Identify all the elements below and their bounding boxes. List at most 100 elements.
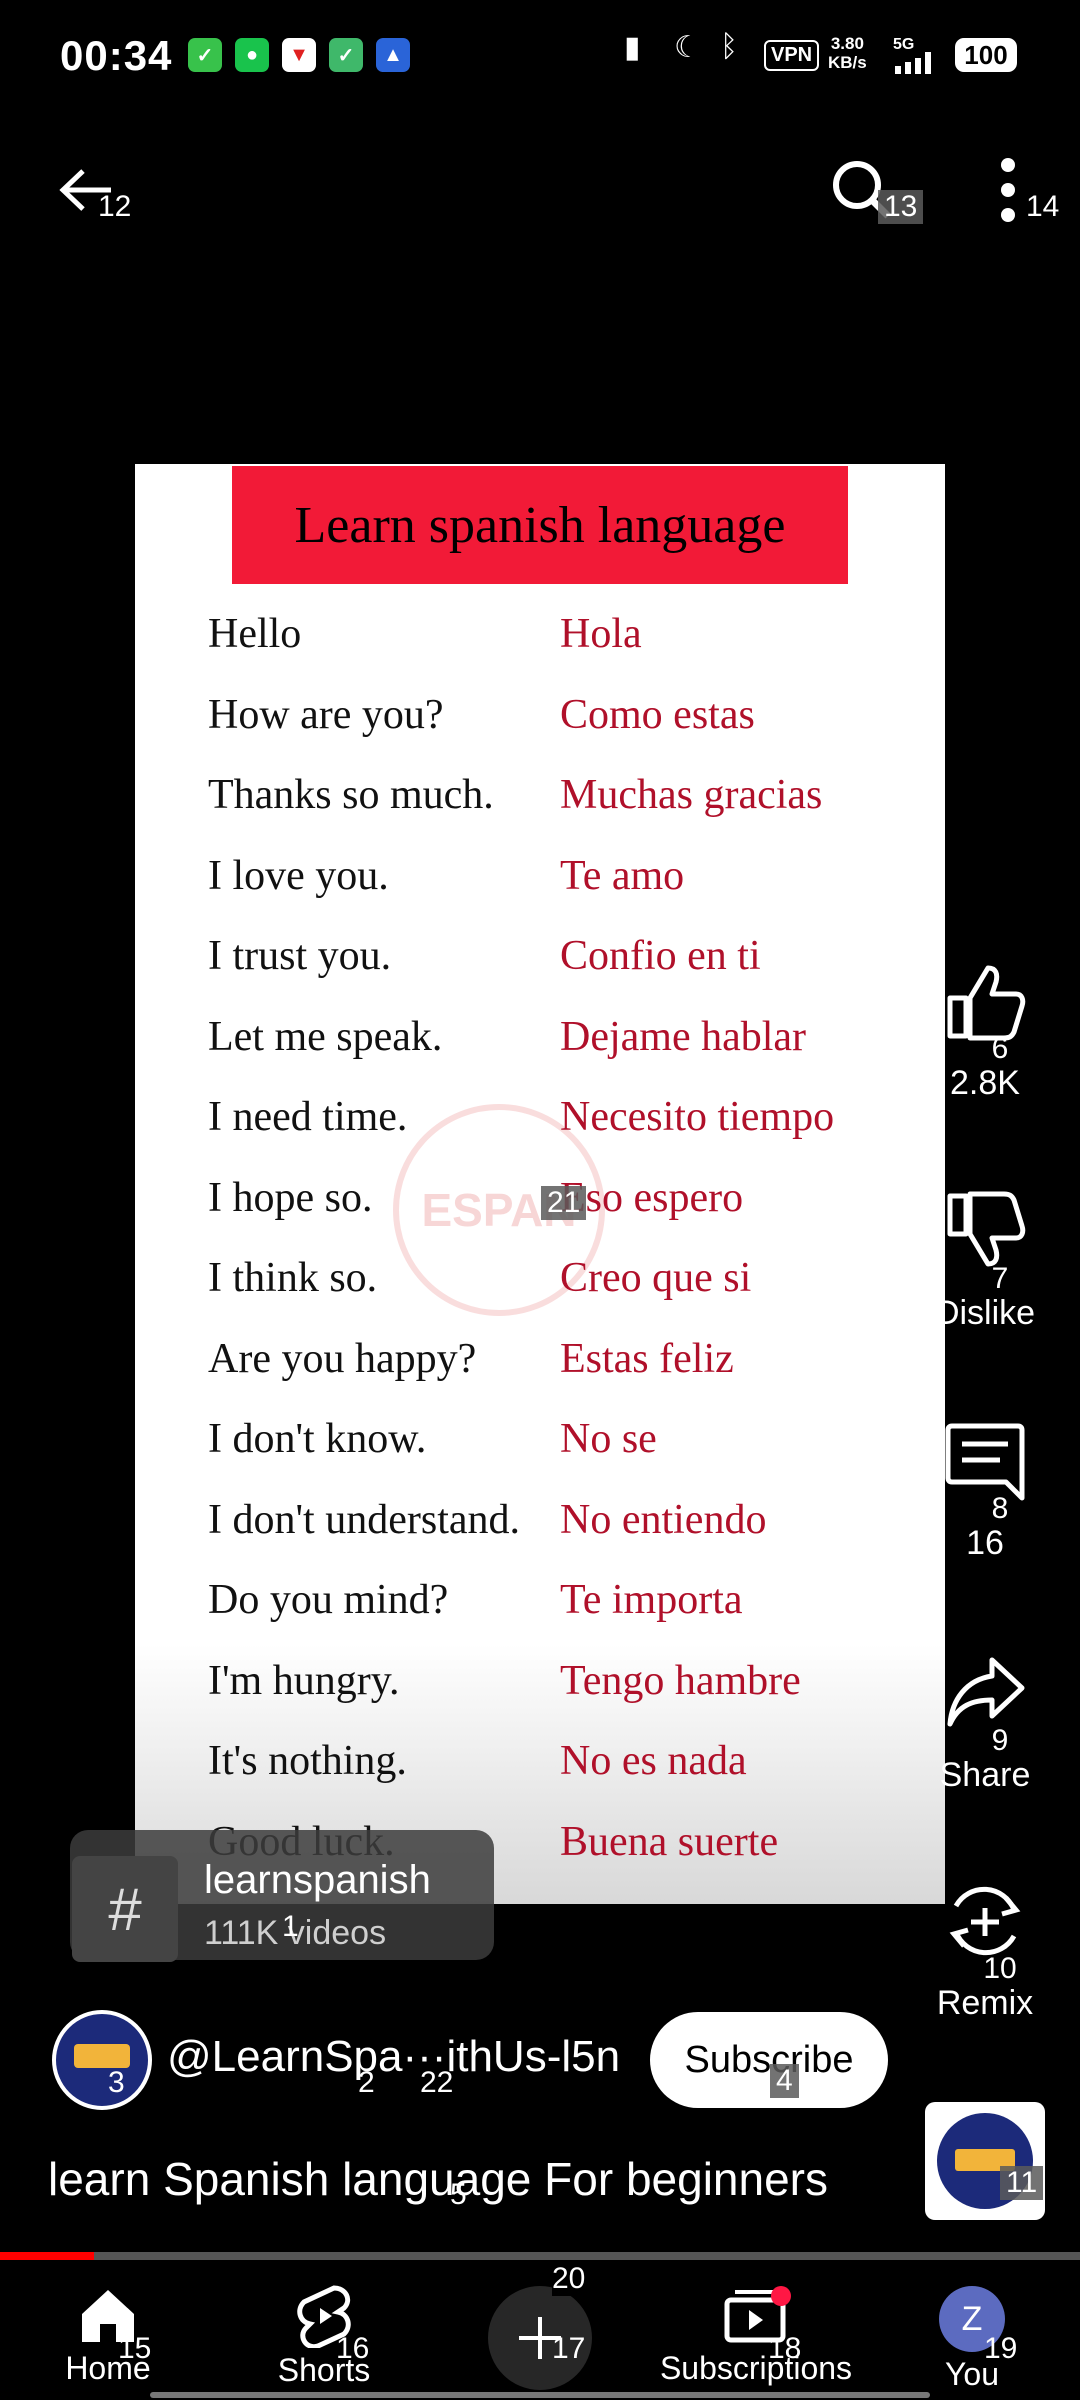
- phrase-english: Hello: [208, 611, 302, 657]
- phrase-spanish: Necesito tiempo: [560, 1094, 835, 1140]
- wechat-icon: ●: [235, 38, 269, 72]
- phrase-row: Hello Hola: [208, 594, 642, 674]
- video-banner-title: Learn spanish language: [232, 466, 848, 584]
- title-marker: 5: [450, 2178, 467, 2211]
- phrase-spanish: Te importa: [560, 1577, 743, 1623]
- remix-button[interactable]: 10 Remix: [918, 1880, 1052, 2023]
- nav-subscriptions[interactable]: Subscriptions: [648, 2262, 864, 2400]
- remix-icon: [949, 1886, 1021, 1956]
- phrase-english: Let me speak.: [208, 1013, 443, 1060]
- subscribe-label: Subscribe: [684, 2038, 854, 2081]
- phrase-spanish: Como estas: [560, 691, 755, 738]
- share-icon: [947, 1657, 1025, 1727]
- more-marker: 14: [1026, 190, 1060, 223]
- phrase-english: I don't understand.: [208, 1496, 521, 1543]
- hashtag-chip[interactable]: # learnspanish 111K videos 1: [70, 1830, 494, 1962]
- subscribe-marker: 4: [770, 2064, 799, 2098]
- phrase-row: I need time. Necesito tiempo: [208, 1077, 834, 1157]
- nav-create-marker: 17: [552, 2332, 586, 2365]
- phrase-spanish: Muchas gracias: [560, 772, 823, 818]
- nav-home-marker: 15: [118, 2332, 152, 2365]
- nav-home[interactable]: Home: [0, 2262, 216, 2400]
- share-label: Share: [939, 1756, 1031, 1794]
- like-count: 2.8K: [950, 1064, 1020, 1102]
- phrase-english: Thanks so much.: [208, 772, 494, 818]
- phrase-spanish: Confio en ti: [560, 933, 761, 979]
- vibrate-icon: ▮: [624, 31, 641, 64]
- channel-handle[interactable]: @LearnSpa···ithUs-l5n: [167, 2032, 620, 2082]
- video-progress-track[interactable]: [0, 2252, 1080, 2260]
- more-vert-icon: [1001, 158, 1015, 222]
- app-cat-icon: ▲: [376, 38, 410, 72]
- thumb-down-icon: [947, 1191, 1026, 1267]
- nav-subscriptions-label: Subscriptions: [659, 2350, 853, 2386]
- phrase-row: I don't understand. No entiendo: [208, 1480, 766, 1560]
- bluetooth-icon: ᛒ: [720, 30, 738, 63]
- short-video-player[interactable]: Learn spanish language ESPAN Hello Hola Ho…: [135, 464, 945, 1904]
- nav-shorts[interactable]: Shorts: [216, 2262, 432, 2400]
- phrase-spanish: Estas feliz: [560, 1335, 734, 1382]
- phrase-english: Do you mind?: [208, 1577, 449, 1623]
- phrase-spanish: Dejame hablar: [560, 1013, 807, 1060]
- phrase-spanish: Hola: [560, 611, 642, 657]
- app-v-icon: ▼: [282, 38, 316, 72]
- phrase-spanish: Buena suerte: [560, 1818, 779, 1865]
- phrase-row: I don't know. No se: [208, 1399, 657, 1479]
- phrase-english: Are you happy?: [208, 1335, 477, 1382]
- related-video-thumbnail[interactable]: [925, 2102, 1045, 2220]
- phrase-english: I think so.: [208, 1255, 378, 1301]
- vpn-badge: VPN: [764, 40, 820, 71]
- hashtag-icon: #: [72, 1856, 178, 1962]
- phrase-spanish: Te amo: [560, 852, 685, 899]
- avatar-marker: 3: [108, 2066, 125, 2099]
- network-speed: 3.80 KB/s: [828, 34, 867, 72]
- notification-check-icon: ✓: [188, 38, 222, 72]
- phrase-row: I think so. Creo que si: [208, 1238, 751, 1318]
- status-bar: 00:34 ✓ ● ▼ ✓ ▲ ▮ ☾ ᛒ VPN 3.80 KB/s 5G 1…: [0, 0, 1080, 110]
- phrase-row: Do you mind? Te importa: [208, 1560, 743, 1640]
- phrase-row: I'm hungry. Tengo hambre: [208, 1641, 801, 1721]
- phrase-row: I trust you. Confio en ti: [208, 916, 761, 996]
- video-progress-fill: [0, 2252, 94, 2260]
- signal-icon: [895, 52, 931, 74]
- phrase-spanish: No es nada: [560, 1738, 747, 1784]
- dislike-label: Dislike: [934, 1294, 1036, 1332]
- nav-you[interactable]: Z You: [864, 2262, 1080, 2400]
- phrase-english: I don't know.: [208, 1416, 427, 1462]
- video-center-marker: 21: [541, 1186, 587, 1220]
- phrase-english: It's nothing.: [208, 1738, 407, 1784]
- subscribe-button[interactable]: Subscribe: [650, 2012, 888, 2108]
- comment-icon: [945, 1423, 1025, 1501]
- phrase-spanish: Creo que si: [560, 1255, 752, 1301]
- like-button[interactable]: 6 2.8K: [918, 960, 1052, 1103]
- speed-value: 3.80: [830, 34, 864, 53]
- phrase-english: I'm hungry.: [208, 1657, 400, 1704]
- video-title[interactable]: learn Spanish language For beginners: [48, 2152, 828, 2206]
- dislike-button[interactable]: 7 Dislike: [918, 1190, 1052, 1333]
- remix-marker: 10: [983, 1952, 1017, 1985]
- phrase-row: I hope so. Eso espero: [208, 1158, 743, 1238]
- nav-subscriptions-marker: 18: [768, 2332, 802, 2365]
- phrase-english: How are you?: [208, 691, 444, 738]
- nav-create[interactable]: [432, 2262, 648, 2400]
- thumb-up-icon: [947, 965, 1026, 1041]
- phrase-row: Are you happy? Estas feliz: [208, 1319, 734, 1399]
- avatar-logo-icon: [74, 2044, 130, 2068]
- channel-marker-a: 2: [358, 2066, 375, 2099]
- moon-icon: ☾: [674, 31, 701, 64]
- thumbnail-marker: 11: [1000, 2166, 1044, 2200]
- phrase-spanish: No entiendo: [560, 1496, 767, 1543]
- search-marker: 13: [878, 190, 924, 224]
- like-marker: 6: [991, 1032, 1009, 1065]
- comments-button[interactable]: 8 16: [918, 1420, 1052, 1563]
- nav-create-top-marker: 20: [552, 2262, 586, 2296]
- dislike-marker: 7: [991, 1262, 1009, 1295]
- channel-avatar[interactable]: [52, 2010, 152, 2110]
- share-button[interactable]: 9 Share: [918, 1652, 1052, 1795]
- phrase-english: I love you.: [208, 852, 389, 899]
- battery-indicator: 100: [955, 38, 1017, 72]
- phrase-row: I love you. Te amo: [208, 836, 684, 916]
- phrase-row: How are you? Como estas: [208, 675, 755, 755]
- remix-label: Remix: [936, 1984, 1034, 2022]
- nav-shorts-marker: 16: [336, 2332, 370, 2365]
